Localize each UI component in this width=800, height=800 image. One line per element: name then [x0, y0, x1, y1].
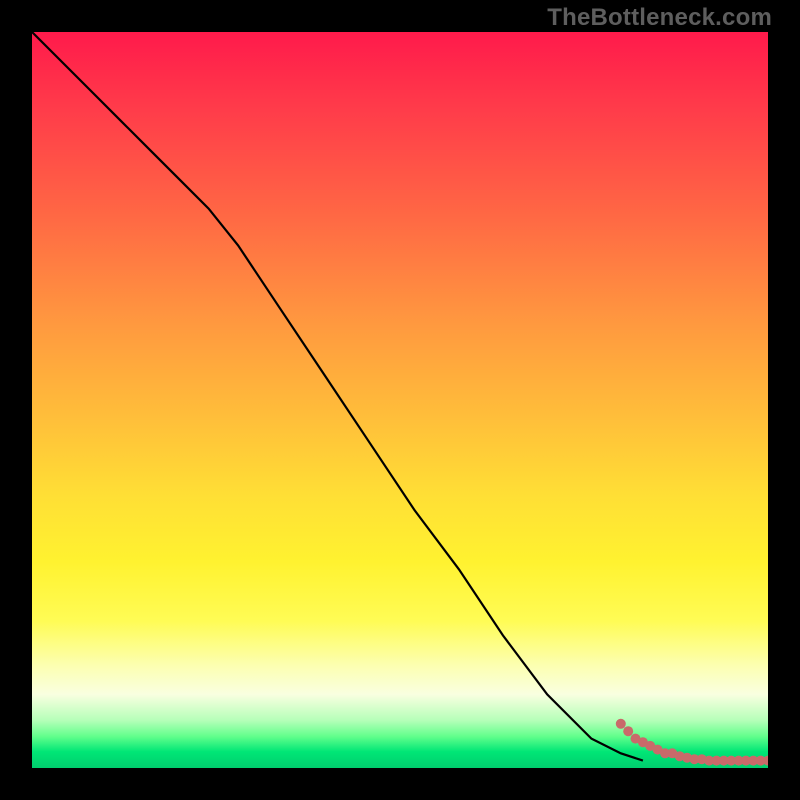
data-point: [623, 726, 633, 736]
data-point: [616, 719, 626, 729]
chart-frame: TheBottleneck.com: [0, 0, 800, 800]
chart-overlay: [32, 32, 768, 768]
plot-area: [32, 32, 768, 768]
bottleneck-curve: [32, 32, 643, 761]
watermark-text: TheBottleneck.com: [547, 4, 772, 32]
